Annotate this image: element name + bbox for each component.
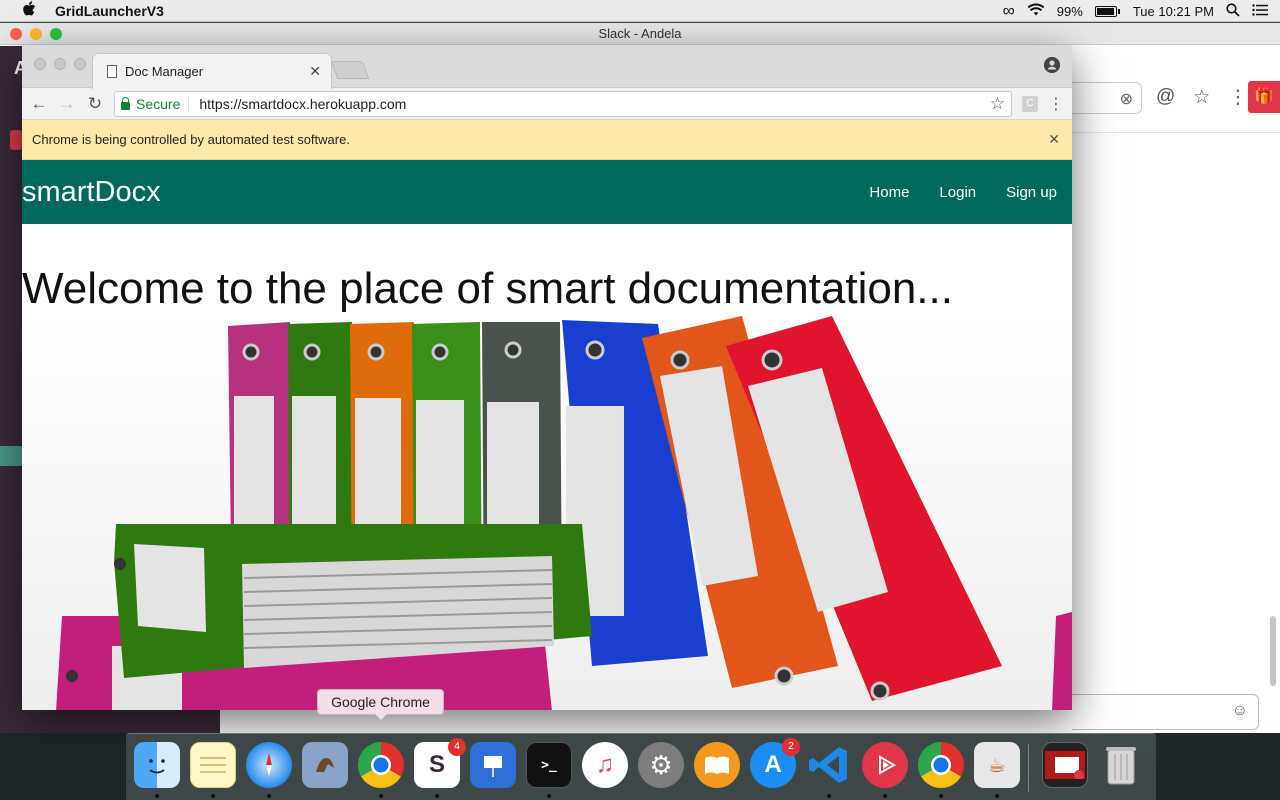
chrome-tab-bar: Doc Manager ✕ <box>22 45 1072 89</box>
mentions-icon[interactable]: @ <box>1156 86 1175 109</box>
site-navbar: smartDocx Home Login Sign up <box>22 160 1072 224</box>
trash-icon[interactable] <box>1098 742 1144 788</box>
close-infobar-icon[interactable]: ✕ <box>1048 131 1060 148</box>
close-tab-icon[interactable]: ✕ <box>309 63 321 80</box>
nav-home-link[interactable]: Home <box>854 184 924 201</box>
pluralsight-running-indicator <box>883 794 887 798</box>
slack-header-divider <box>1072 132 1280 133</box>
bookmark-star-icon[interactable]: ☆ <box>990 94 1005 114</box>
welcome-heading: Welcome to the place of smart documentat… <box>22 264 953 313</box>
lock-icon[interactable] <box>121 96 130 110</box>
slack-search-input[interactable]: ⊗ <box>1072 82 1142 114</box>
emoji-picker-icon[interactable]: ☺ <box>1232 702 1248 720</box>
system-preferences-icon[interactable]: ⚙ <box>638 742 684 788</box>
google-chrome-icon[interactable] <box>358 742 404 788</box>
battery-percent[interactable]: 99% <box>1057 4 1083 19</box>
dock-tooltip: Google Chrome <box>317 689 444 720</box>
chrome-toolbar: ← → ↻ Secure https://smartdocx.herokuapp… <box>22 88 1072 120</box>
recent-window-thumbnail-icon[interactable] <box>1042 742 1088 788</box>
address-bar[interactable]: Secure https://smartdocx.herokuapp.com ☆ <box>114 90 1012 117</box>
keynote-icon[interactable] <box>470 742 516 788</box>
slack-running-indicator <box>435 794 439 798</box>
vscode-running-indicator <box>827 794 831 798</box>
pluralsight-icon[interactable] <box>862 742 908 788</box>
secure-label[interactable]: Secure <box>136 95 190 112</box>
ibooks-icon[interactable] <box>694 742 740 788</box>
finder-running-indicator <box>155 794 159 798</box>
slack-notification-badge: 4 <box>448 738 466 756</box>
hero-binders-image <box>22 316 1072 710</box>
infinity-icon[interactable]: ∞ <box>1003 1 1015 21</box>
mail-icon[interactable] <box>302 742 348 788</box>
slack-message-input[interactable]: ☺ <box>1072 694 1259 730</box>
battery-icon[interactable] <box>1094 5 1120 17</box>
reload-icon[interactable]: ↻ <box>86 94 104 114</box>
tab-title: Doc Manager <box>125 64 204 79</box>
slack-window-title: Slack - Andela <box>598 26 682 41</box>
itunes-icon[interactable]: ♫ <box>582 742 628 788</box>
chrome-window-controls <box>34 58 86 70</box>
profile-icon[interactable] <box>1044 57 1060 73</box>
terminal-icon[interactable]: >_ <box>526 742 572 788</box>
active-app-name[interactable]: GridLauncherV3 <box>55 3 164 19</box>
terminal-running-indicator <box>547 794 551 798</box>
java-running-indicator <box>995 794 999 798</box>
finder-icon[interactable] <box>134 742 180 788</box>
automation-infobar: Chrome is being controlled by automated … <box>22 120 1072 160</box>
chrome-running-indicator <box>379 794 383 798</box>
gift-icon[interactable]: 🎁 <box>1248 81 1280 113</box>
slack-window-controls <box>10 28 62 40</box>
dock-separator <box>1028 744 1029 792</box>
slack-unread-badge <box>10 130 22 150</box>
slack-main-panel: ⊗ @ ☆ ⋮ 🎁 ☺ <box>1072 46 1280 733</box>
google-chrome-secondary-icon[interactable] <box>918 742 964 788</box>
slack-header-icons: @ ☆ ⋮ <box>1156 86 1247 109</box>
java-icon[interactable]: ☕ <box>974 742 1020 788</box>
safari-running-indicator <box>267 794 271 798</box>
site-brand[interactable]: smartDocx <box>22 176 161 209</box>
chrome-menu-icon[interactable]: ⋮ <box>1048 94 1064 114</box>
site-nav-links: Home Login Sign up <box>854 160 1072 224</box>
notes-icon[interactable] <box>190 742 236 788</box>
close-window-button[interactable] <box>10 28 22 40</box>
macos-dock: S 4 >_ ♫ ⚙ A 2 ☕ <box>126 733 1156 800</box>
clear-search-icon[interactable]: ⊗ <box>1120 89 1133 109</box>
clock[interactable]: Tue 10:21 PM <box>1133 4 1214 19</box>
page-icon <box>107 65 117 78</box>
visual-studio-code-icon[interactable] <box>806 742 852 788</box>
tab-doc-manager[interactable]: Doc Manager ✕ <box>92 53 332 89</box>
zoom-window-button[interactable] <box>74 58 86 70</box>
close-window-button[interactable] <box>34 58 46 70</box>
zoom-window-button[interactable] <box>50 28 62 40</box>
minimize-window-button[interactable] <box>54 58 66 70</box>
chrome-window: Doc Manager ✕ ← → ↻ Secure https://smart… <box>22 45 1072 710</box>
apple-menu-icon[interactable] <box>20 0 38 21</box>
notification-center-icon[interactable] <box>1252 3 1268 19</box>
slack-scrollbar[interactable] <box>1270 616 1276 686</box>
url-text[interactable]: https://smartdocx.herokuapp.com <box>199 96 406 112</box>
starred-items-icon[interactable]: ☆ <box>1193 86 1210 109</box>
forward-arrow-icon[interactable]: → <box>58 94 76 114</box>
macos-menu-bar: GridLauncherV3 ∞ 99% Tue 10:21 PM <box>0 0 1280 22</box>
extension-icon[interactable]: C <box>1022 95 1038 112</box>
notes-running-indicator <box>211 794 215 798</box>
nav-signup-link[interactable]: Sign up <box>991 184 1072 201</box>
wifi-icon[interactable] <box>1027 3 1045 19</box>
infobar-message: Chrome is being controlled by automated … <box>32 132 350 147</box>
slack-titlebar: Slack - Andela <box>0 23 1280 45</box>
new-tab-button[interactable] <box>330 61 370 79</box>
minimize-window-button[interactable] <box>30 28 42 40</box>
back-arrow-icon[interactable]: ← <box>30 94 48 114</box>
chrome-secondary-running-indicator <box>939 794 943 798</box>
page-content: Welcome to the place of smart documentat… <box>22 224 1072 710</box>
app-store-notification-badge: 2 <box>782 738 800 756</box>
more-options-icon[interactable]: ⋮ <box>1228 86 1247 109</box>
safari-icon[interactable] <box>246 742 292 788</box>
nav-login-link[interactable]: Login <box>924 184 991 201</box>
spotlight-search-icon[interactable] <box>1226 2 1240 20</box>
